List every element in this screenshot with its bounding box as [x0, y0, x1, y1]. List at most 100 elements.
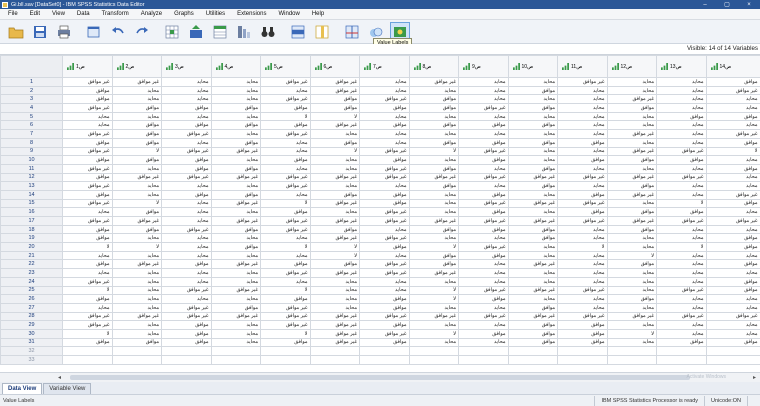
data-cell[interactable]: محايد [557, 302, 608, 313]
data-cell[interactable]: موافق [161, 189, 212, 200]
data-cell[interactable]: غير موافق [458, 216, 509, 226]
row-number[interactable]: 20 [0, 242, 63, 252]
data-cell[interactable]: غير موافق [62, 320, 113, 330]
data-cell[interactable]: محايد [507, 189, 558, 200]
data-cell[interactable]: لا [111, 198, 162, 209]
data-cell[interactable]: محايد [606, 137, 657, 148]
data-cell[interactable]: غير موافق [309, 311, 360, 322]
data-cell[interactable]: محايد [111, 233, 162, 244]
data-cell[interactable]: محايد [161, 137, 212, 148]
data-cell[interactable]: غير موافق [606, 146, 657, 157]
data-cell[interactable]: محايد [705, 250, 760, 261]
data-cell[interactable]: غير موافق [458, 285, 509, 296]
data-cell[interactable]: محايد [111, 189, 162, 200]
data-cell[interactable]: غير موافق [359, 207, 410, 217]
data-cell[interactable]: محايد [408, 276, 459, 287]
data-cell[interactable]: محايد [359, 250, 410, 261]
data-cell[interactable]: محايد [507, 250, 558, 261]
scroll-thumb[interactable] [70, 375, 690, 380]
undo-button[interactable] [108, 22, 128, 42]
data-cell[interactable]: محايد [210, 85, 261, 96]
data-cell[interactable]: محايد [656, 233, 707, 244]
data-cell[interactable]: محايد [507, 94, 558, 105]
row-number[interactable]: 32 [0, 346, 63, 356]
data-cell[interactable]: محايد [309, 207, 360, 217]
data-cell[interactable]: موافق [111, 120, 162, 131]
data-cell[interactable]: محايد [408, 189, 459, 200]
row-number[interactable]: 19 [0, 233, 63, 244]
data-cell[interactable]: غير موافق [111, 216, 162, 226]
data-cell[interactable]: محايد [260, 146, 311, 157]
data-cell[interactable]: محايد [705, 94, 760, 105]
data-cell[interactable] [507, 355, 558, 365]
data-cell[interactable]: لا [557, 242, 608, 252]
data-cell[interactable]: موافق [606, 224, 657, 235]
data-cell[interactable]: موافق [260, 155, 311, 165]
data-cell[interactable]: غير موافق [161, 302, 212, 313]
data-cell[interactable]: محايد [408, 320, 459, 330]
data-cell[interactable]: محايد [309, 163, 360, 174]
data-cell[interactable] [557, 346, 608, 356]
data-cell[interactable]: محايد [408, 302, 459, 313]
data-cell[interactable]: محايد [210, 181, 261, 191]
data-cell[interactable]: موافق [656, 111, 707, 122]
data-cell[interactable]: محايد [62, 120, 113, 131]
data-cell[interactable]: لا [656, 198, 707, 209]
data-cell[interactable]: محايد [705, 172, 760, 183]
data-cell[interactable]: محايد [606, 285, 657, 296]
data-cell[interactable] [309, 355, 360, 365]
data-cell[interactable]: موافق [309, 94, 360, 105]
tab-data-view[interactable]: Data View [2, 383, 43, 394]
data-cell[interactable]: محايد [210, 337, 261, 348]
data-cell[interactable]: محايد [62, 207, 113, 217]
data-cell[interactable]: محايد [606, 276, 657, 287]
data-cell[interactable]: محايد [656, 163, 707, 174]
data-cell[interactable]: محايد [62, 250, 113, 261]
data-cell[interactable]: موافق [111, 137, 162, 148]
data-cell[interactable]: محايد [210, 129, 261, 139]
data-cell[interactable]: محايد [507, 242, 558, 252]
data-cell[interactable]: موافق [507, 224, 558, 235]
row-number[interactable]: 15 [0, 198, 63, 209]
data-cell[interactable]: غير موافق [656, 172, 707, 183]
data-cell[interactable]: لا [408, 146, 459, 157]
column-header[interactable]: 8ص [408, 55, 459, 78]
data-cell[interactable]: غير موافق [705, 311, 760, 322]
data-cell[interactable]: محايد [656, 259, 707, 270]
data-cell[interactable]: موافق [111, 207, 162, 217]
data-cell[interactable]: موافق [111, 129, 162, 139]
data-cell[interactable]: موافق [359, 155, 410, 165]
data-cell[interactable]: موافق [210, 302, 261, 313]
data-cell[interactable]: لا [260, 242, 311, 252]
data-cell[interactable]: محايد [458, 77, 509, 87]
column-header[interactable]: 4ص [210, 55, 261, 78]
data-cell[interactable]: محايد [458, 320, 509, 330]
row-number[interactable]: 17 [0, 216, 63, 226]
data-cell[interactable]: محايد [260, 137, 311, 148]
row-number[interactable]: 16 [0, 207, 63, 217]
data-cell[interactable]: غير موافق [210, 259, 261, 270]
data-cell[interactable]: محايد [557, 233, 608, 244]
row-number[interactable]: 30 [0, 328, 63, 339]
data-cell[interactable]: غير موافق [507, 216, 558, 226]
data-cell[interactable]: موافق [260, 207, 311, 217]
data-cell[interactable]: غير موافق [606, 216, 657, 226]
row-number[interactable]: 22 [0, 259, 63, 270]
data-grid[interactable]: 1ص 2ص 3ص 4ص 5ص 6ص 7ص 8ص 9ص 10ص 11ص 12ص 13ص 14ص 1 غير م… [0, 55, 760, 372]
data-cell[interactable]: محايد [309, 294, 360, 304]
data-cell[interactable]: موافق [210, 120, 261, 131]
data-cell[interactable]: موافق [62, 294, 113, 304]
data-cell[interactable]: محايد [656, 77, 707, 87]
data-cell[interactable]: غير موافق [260, 302, 311, 313]
data-cell[interactable]: موافق [161, 120, 212, 131]
goto-case-button[interactable] [162, 22, 182, 42]
row-number[interactable]: 12 [0, 172, 63, 183]
data-cell[interactable]: موافق [557, 320, 608, 330]
data-cell[interactable] [408, 355, 459, 365]
data-cell[interactable]: غير موافق [260, 224, 311, 235]
data-cell[interactable]: غير موافق [507, 285, 558, 296]
data-cell[interactable]: موافق [458, 189, 509, 200]
data-cell[interactable]: موافق [408, 250, 459, 261]
data-cell[interactable]: محايد [359, 276, 410, 287]
column-header[interactable]: 11ص [557, 55, 608, 78]
